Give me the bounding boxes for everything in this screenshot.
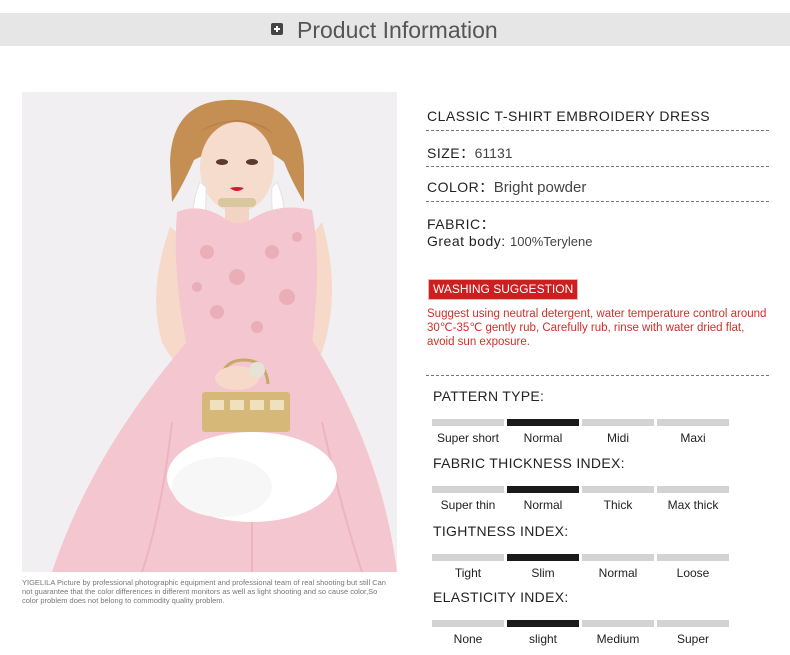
index-title: ELASTICITY INDEX: [433, 589, 569, 605]
fabric-body-label: Great body: [427, 233, 511, 249]
index-bar [432, 620, 504, 627]
index-option-selected: Slim [507, 554, 579, 588]
index-option: Super thin [432, 486, 504, 520]
index-bar [657, 554, 729, 561]
index-option-label: Normal [523, 498, 563, 512]
index-option-label: Normal [523, 431, 563, 445]
size-row: SIZE：61131 [427, 143, 513, 163]
index-bar [657, 486, 729, 493]
index-title: TIGHTNESS INDEX: [433, 523, 569, 539]
index-scale: Super short Normal Midi Maxi [432, 419, 730, 453]
product-photo [22, 92, 397, 572]
index-option-label: Tight [454, 566, 482, 580]
divider [426, 130, 769, 131]
index-bar [432, 419, 504, 426]
index-bar [582, 554, 654, 561]
index-option: Medium [582, 620, 654, 654]
divider [426, 201, 769, 202]
index-bar [432, 486, 504, 493]
index-option: Super short [432, 419, 504, 453]
index-option-label: Super thin [440, 498, 496, 512]
index-option-label: Thick [603, 498, 633, 512]
index-option-label: Midi [606, 431, 629, 445]
index-bar [582, 486, 654, 493]
size-label: SIZE： [427, 145, 475, 161]
index-option-label: Max thick [667, 498, 719, 512]
index-option-label: Normal [598, 566, 638, 580]
index-bar [507, 486, 579, 493]
index-scale: None slight Medium Super [432, 620, 730, 654]
divider [426, 166, 769, 167]
washing-badge: WASHING SUGGESTION [428, 279, 579, 300]
index-bar [657, 620, 729, 627]
index-option-label: slight [528, 632, 557, 646]
color-label: COLOR： [427, 179, 494, 195]
section-header: Product Information [0, 13, 790, 46]
washing-text: Suggest using neutral detergent, water t… [427, 308, 767, 348]
size-value: 61131 [474, 145, 513, 161]
color-value: Bright powder [493, 179, 587, 196]
product-name: CLASSIC T-SHIRT EMBROIDERY DRESS [427, 108, 711, 124]
model-photo-illustration [22, 92, 397, 572]
index-option-label: Super short [436, 431, 500, 445]
index-option-label: None [453, 632, 483, 646]
index-option-selected: slight [507, 620, 579, 654]
index-option-selected: Normal [507, 486, 579, 520]
index-option-label: Slim [531, 566, 555, 580]
index-title: PATTERN TYPE: [433, 388, 545, 404]
index-bar [507, 554, 579, 561]
index-option: Loose [657, 554, 729, 588]
index-option: Maxi [657, 419, 729, 453]
index-option: Midi [582, 419, 654, 453]
index-option-label: Maxi [680, 431, 706, 445]
index-bar [582, 620, 654, 627]
index-bar [657, 419, 729, 426]
section-title: Product Information [297, 17, 498, 43]
index-option-label: Loose [676, 566, 710, 580]
index-option: Thick [582, 486, 654, 520]
index-title: FABRIC THICKNESS INDEX: [433, 455, 625, 471]
color-row: COLOR：Bright powder [427, 177, 586, 197]
index-scale: Super thin Normal Thick Max thick [432, 486, 730, 520]
plus-square-icon [271, 23, 283, 35]
index-bar [507, 419, 579, 426]
index-option: Max thick [657, 486, 729, 520]
index-option: Normal [582, 554, 654, 588]
index-option: Super [657, 620, 729, 654]
index-scale: Tight Slim Normal Loose [432, 554, 730, 588]
index-option: None [432, 620, 504, 654]
index-option-selected: Normal [507, 419, 579, 453]
index-option-label: Medium [596, 632, 640, 646]
fabric-body-row: Great body: 100%Terylene [427, 233, 592, 249]
fabric-body-value: 100%Terylene [510, 234, 593, 249]
index-option: Tight [432, 554, 504, 588]
divider [426, 375, 769, 376]
index-option-label: Super [676, 632, 710, 646]
fabric-label: FABRIC： [427, 216, 496, 232]
index-bar [432, 554, 504, 561]
index-bar [582, 419, 654, 426]
index-bar [507, 620, 579, 627]
photo-caption: YIGELILA Picture by professional photogr… [22, 578, 386, 605]
